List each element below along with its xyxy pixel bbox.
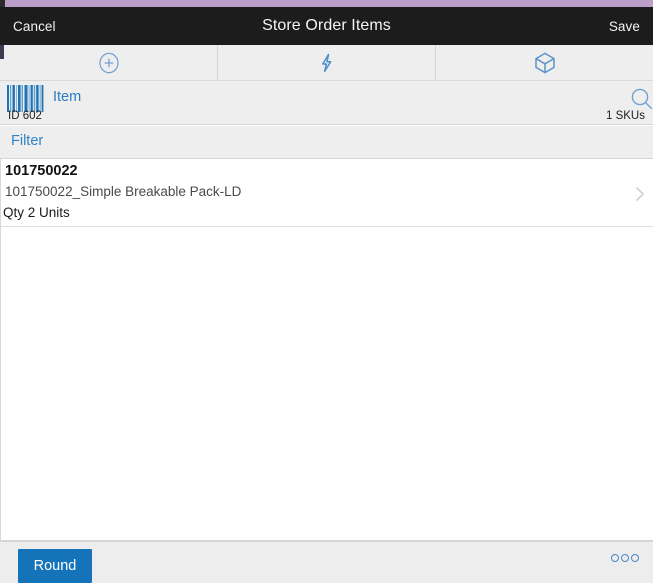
page-title: Store Order Items — [262, 17, 391, 34]
plus-circle-icon — [98, 52, 120, 74]
lightning-bolt-icon — [317, 52, 337, 74]
barcode-icon[interactable] — [6, 85, 44, 112]
window-accent-strip — [0, 0, 653, 7]
item-id-text: ID 602 — [8, 110, 42, 122]
item-number: 101750022 — [5, 163, 78, 179]
window-accent-nub — [0, 0, 5, 7]
filter-label[interactable]: Filter — [11, 133, 43, 149]
store-order-items-app: Cancel Store Order Items Save Item ID 60… — [0, 0, 653, 583]
item-header-bar — [0, 81, 653, 112]
item-description: 101750022_Simple Breakable Pack-LD — [5, 184, 242, 199]
item-list-left-rail — [0, 159, 1, 541]
tab-inventory[interactable] — [436, 45, 653, 80]
tabstrip — [0, 45, 653, 81]
overflow-menu-icon[interactable] — [611, 554, 639, 562]
item-quantity: Qty 2 Units — [3, 205, 70, 220]
overflow-dot-2 — [621, 554, 629, 562]
bottom-toolbar: Round — [0, 541, 653, 583]
item-header-label[interactable]: Item — [53, 89, 81, 105]
table-row[interactable]: 101750022 101750022_Simple Breakable Pac… — [0, 159, 653, 227]
titlebar: Cancel Store Order Items Save — [0, 7, 653, 45]
item-list: 101750022 101750022_Simple Breakable Pac… — [0, 159, 653, 227]
item-meta-row: ID 602 1 SKUs — [0, 110, 653, 125]
cube-box-icon — [533, 51, 557, 75]
save-button[interactable]: Save — [609, 19, 640, 34]
overflow-dot-1 — [611, 554, 619, 562]
tab-add[interactable] — [0, 45, 218, 80]
tabstrip-left-edge-marker — [0, 45, 4, 59]
sku-count-text: 1 SKUs — [606, 110, 645, 122]
chevron-right-icon[interactable] — [633, 185, 647, 208]
tab-quick-action[interactable] — [218, 45, 436, 80]
item-list-empty-area — [0, 228, 653, 541]
overflow-dot-3 — [631, 554, 639, 562]
round-button[interactable]: Round — [18, 549, 92, 583]
filter-row[interactable]: Filter — [0, 126, 653, 159]
